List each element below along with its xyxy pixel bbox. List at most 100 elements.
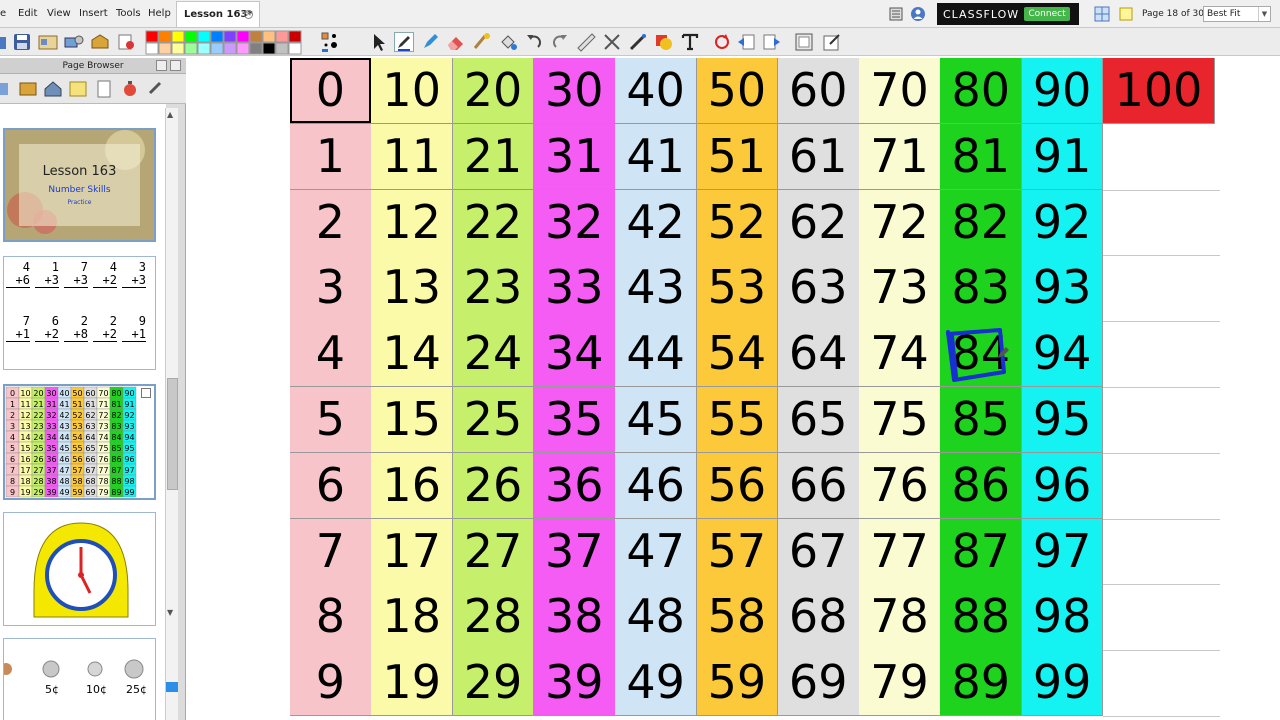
chart-cell-9[interactable]: 9 [290, 650, 372, 717]
chart-cell-0[interactable]: 0 [290, 58, 372, 125]
chart-cell-36[interactable]: 36 [533, 452, 616, 520]
chart-cell-7[interactable]: 7 [290, 518, 372, 585]
page-view-icon[interactable] [888, 6, 904, 22]
chart-cell-71[interactable]: 71 [859, 123, 941, 191]
color-swatch[interactable] [145, 42, 159, 55]
grid-icon[interactable] [1094, 6, 1110, 22]
chart-cell-57[interactable]: 57 [696, 518, 779, 585]
magic-ink-icon[interactable] [472, 32, 492, 52]
chart-cell-46[interactable]: 46 [615, 452, 697, 520]
connect-button[interactable]: Connect [1024, 7, 1070, 21]
chart-cell-20[interactable]: 20 [452, 58, 535, 125]
color-swatch[interactable] [249, 30, 263, 43]
select-pointer-icon[interactable] [368, 32, 388, 52]
tools-icon[interactable] [64, 32, 84, 52]
chart-cell-48[interactable]: 48 [615, 584, 697, 651]
browser-notes-icon[interactable] [68, 79, 88, 99]
user-icon[interactable] [910, 6, 926, 22]
menu-view[interactable]: View [47, 8, 71, 19]
chart-cell-17[interactable]: 17 [371, 518, 454, 585]
chart-cell-79[interactable]: 79 [859, 650, 941, 717]
eraser-icon[interactable] [446, 32, 466, 52]
chart-cell-77[interactable]: 77 [859, 518, 941, 585]
chart-cell-93[interactable]: 93 [1021, 255, 1104, 322]
chart-cell-23[interactable]: 23 [452, 255, 535, 322]
chart-cell-6[interactable]: 6 [290, 452, 372, 520]
chart-cell-25[interactable]: 25 [452, 387, 535, 454]
chart-cell-2[interactable]: 2 [290, 189, 372, 256]
chart-cell-32[interactable]: 32 [533, 189, 616, 256]
color-swatch[interactable] [236, 30, 250, 43]
chart-cell-61[interactable]: 61 [777, 123, 860, 191]
chart-cell-45[interactable]: 45 [615, 387, 697, 454]
previous-page-icon[interactable] [736, 32, 756, 52]
chart-cell-99[interactable]: 99 [1021, 650, 1104, 717]
chart-cell-81[interactable]: 81 [940, 123, 1023, 191]
chart-cell-82[interactable]: 82 [940, 189, 1023, 256]
chart-cell-27[interactable]: 27 [452, 518, 535, 585]
close-browser-icon[interactable] [170, 60, 181, 71]
scroll-down-icon[interactable]: ▼ [167, 608, 173, 617]
color-swatch[interactable] [171, 42, 185, 55]
undo-icon[interactable] [524, 32, 544, 52]
line-pen-icon[interactable] [628, 32, 648, 52]
chart-cell-87[interactable]: 87 [940, 518, 1023, 585]
page-list-icon[interactable] [794, 32, 814, 52]
highlighter-icon[interactable] [420, 32, 440, 52]
chart-cell-92[interactable]: 92 [1021, 189, 1104, 256]
color-swatch[interactable] [288, 42, 302, 55]
color-swatches[interactable] [145, 30, 311, 56]
chart-cell-62[interactable]: 62 [777, 189, 860, 256]
chart-cell-1[interactable]: 1 [290, 123, 372, 191]
chart-cell-13[interactable]: 13 [371, 255, 454, 322]
color-swatch[interactable] [197, 30, 211, 43]
color-swatch[interactable] [158, 42, 172, 55]
notes-icon[interactable] [1118, 6, 1134, 22]
page-thumbnail-hundred-chart[interactable]: 0 1 2 3 4 5 6 7 8 9 10 11 12 13 14 15 16 17 18 19 20 21 22 23 24… [3, 384, 156, 500]
chart-cell-41[interactable]: 41 [615, 123, 697, 191]
chart-cell-89[interactable]: 89 [940, 650, 1023, 717]
color-swatch[interactable] [236, 42, 250, 55]
chart-cell-69[interactable]: 69 [777, 650, 860, 717]
connector-icon[interactable] [602, 32, 622, 52]
chart-cell-100[interactable]: 100 [1103, 58, 1215, 125]
color-swatch[interactable] [210, 30, 224, 43]
chart-cell-52[interactable]: 52 [696, 189, 779, 256]
menu-file[interactable]: e [0, 8, 6, 19]
resource-icon[interactable] [90, 32, 110, 52]
chart-cell-28[interactable]: 28 [452, 584, 535, 651]
chart-cell-60[interactable]: 60 [777, 58, 860, 125]
chart-cell-21[interactable]: 21 [452, 123, 535, 191]
chart-cell-58[interactable]: 58 [696, 584, 779, 651]
chart-cell-80[interactable]: 80 [940, 58, 1023, 125]
chart-cell-65[interactable]: 65 [777, 387, 860, 454]
chart-cell-53[interactable]: 53 [696, 255, 779, 322]
menu-help[interactable]: Help [148, 8, 171, 19]
chart-cell-5[interactable]: 5 [290, 387, 372, 454]
chart-cell-94[interactable]: 94 [1021, 321, 1104, 388]
save-icon[interactable] [12, 32, 32, 52]
chart-cell-34[interactable]: 34 [533, 321, 616, 388]
color-swatch[interactable] [171, 30, 185, 43]
redo-icon[interactable] [550, 32, 570, 52]
scroll-up-icon[interactable]: ▲ [167, 110, 173, 119]
chart-cell-33[interactable]: 33 [533, 255, 616, 322]
browser-timer-icon[interactable] [120, 79, 140, 99]
chart-cell-72[interactable]: 72 [859, 189, 941, 256]
color-swatch[interactable] [210, 42, 224, 55]
chart-cell-4[interactable]: 4 [290, 321, 372, 388]
chart-cell-43[interactable]: 43 [615, 255, 697, 322]
chart-cell-85[interactable]: 85 [940, 387, 1023, 454]
chart-cell-44[interactable]: 44 [615, 321, 697, 388]
color-swatch[interactable] [184, 30, 198, 43]
chart-cell-10[interactable]: 10 [371, 58, 454, 125]
chart-cell-74[interactable]: 74 [859, 321, 941, 388]
chart-cell-29[interactable]: 29 [452, 650, 535, 717]
zoom-select[interactable]: Best Fit ▼ [1203, 6, 1271, 22]
browser-images-icon[interactable] [18, 79, 38, 99]
chart-cell-96[interactable]: 96 [1021, 452, 1104, 520]
fill-icon[interactable] [498, 32, 518, 52]
color-swatch[interactable] [145, 30, 159, 43]
color-swatch[interactable] [184, 42, 198, 55]
text-icon[interactable] [680, 32, 700, 52]
